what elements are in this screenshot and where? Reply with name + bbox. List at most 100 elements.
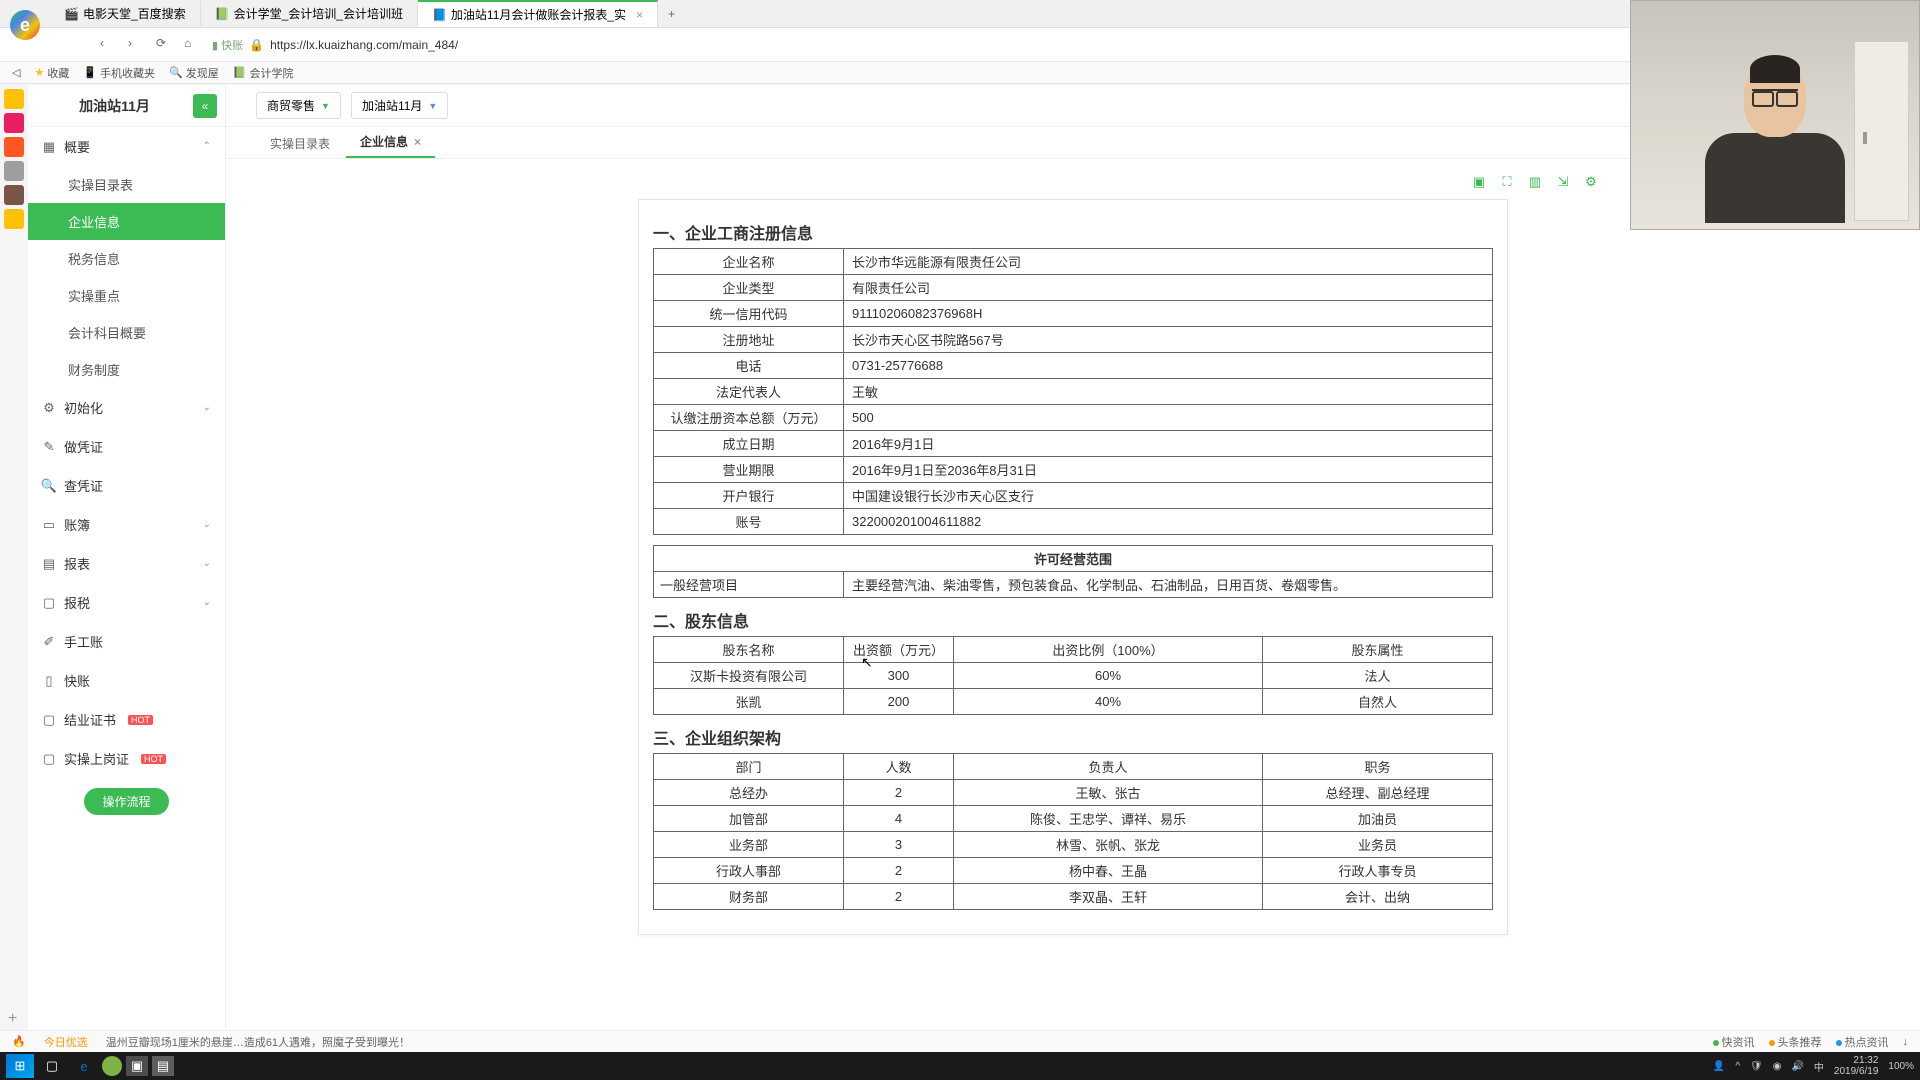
strip-icon-2[interactable] bbox=[4, 113, 24, 133]
book-icon: ▭ bbox=[42, 518, 56, 532]
pen-icon: ✎ bbox=[42, 440, 56, 454]
table-row: 一般经营项目主要经营汽油、柴油零售，预包装食品、化学制品、石油制品，日用百货、卷… bbox=[654, 572, 1493, 598]
close-icon[interactable]: × bbox=[414, 135, 421, 149]
strip-icon-6[interactable] bbox=[4, 209, 24, 229]
section-2-title: 二、股东信息 bbox=[653, 608, 1493, 632]
url-text: https://lx.kuaizhang.com/main_484/ bbox=[270, 38, 458, 52]
new-tab-button[interactable]: + bbox=[658, 7, 685, 21]
sidebar-item-subjects[interactable]: 会计科目概要 bbox=[28, 314, 225, 351]
webcam-overlay[interactable] bbox=[1630, 0, 1920, 230]
sidebar-collapse-button[interactable]: « bbox=[193, 94, 217, 118]
section-3-title: 三、企业组织架构 bbox=[653, 725, 1493, 749]
news-arrow-icon[interactable]: ↓ bbox=[1903, 1036, 1909, 1048]
sidebar-group-quick[interactable]: ▯快账 bbox=[28, 661, 225, 700]
tab-0[interactable]: 🎬电影天堂_百度搜索 bbox=[50, 1, 201, 26]
registration-table: 企业名称长沙市华远能源有限责任公司 企业类型有限责任公司 统一信用代码91110… bbox=[653, 248, 1493, 535]
table-row: 成立日期2016年9月1日 bbox=[654, 431, 1493, 457]
export-icon[interactable]: ⇲ bbox=[1554, 173, 1572, 191]
table-row: 张凯20040%自然人 bbox=[654, 689, 1493, 715]
table-row: 注册地址长沙市天心区书院路567号 bbox=[654, 327, 1493, 353]
sidebar-group-ledger[interactable]: ▭账簿⌄ bbox=[28, 505, 225, 544]
news-src-2[interactable]: 头条推荐 bbox=[1769, 1034, 1822, 1050]
forward-icon[interactable]: › bbox=[128, 36, 146, 54]
sidebar-group-cert[interactable]: ▢结业证书HOT bbox=[28, 700, 225, 739]
news-src-1[interactable]: 快资讯 bbox=[1713, 1034, 1755, 1050]
news-headline[interactable]: 温州豆瓣现场1厘米的悬崖…造成61人遇难，照魔子受到曝光！ bbox=[106, 1034, 410, 1050]
sidebar-item-enterprise-info[interactable]: 企业信息 bbox=[28, 203, 225, 240]
content-tab-catalog[interactable]: 实操目录表 bbox=[256, 129, 344, 158]
sidebar-group-report[interactable]: ▤报表⌄ bbox=[28, 544, 225, 583]
sidebar-group-init[interactable]: ⚙初始化⌄ bbox=[28, 388, 225, 427]
bookmark-mobile[interactable]: 📱手机收藏夹 bbox=[83, 65, 155, 81]
sidebar-item-tax-info[interactable]: 税务信息 bbox=[28, 240, 225, 277]
taskbar-clock[interactable]: 21:32 2019/6/19 bbox=[1834, 1055, 1879, 1077]
sidebar: 加油站11月 « ▦ 概要 ⌃ 实操目录表 企业信息 税务信息 实操重点 会计科… bbox=[28, 85, 226, 1050]
chevron-down-icon: ▼ bbox=[428, 101, 437, 111]
table-row: 开户银行中国建设银行长沙市天心区支行 bbox=[654, 483, 1493, 509]
shareholder-table: 股东名称 出资额（万元） 出资比例（100%） 股东属性 汉斯卡投资有限公司30… bbox=[653, 636, 1493, 715]
close-icon[interactable]: × bbox=[636, 8, 643, 22]
home-icon[interactable]: ⌂ bbox=[184, 36, 202, 54]
sidebar-group-overview[interactable]: ▦ 概要 ⌃ bbox=[28, 127, 225, 166]
download-icon[interactable]: ▥ bbox=[1526, 173, 1544, 191]
tray-up-icon[interactable]: ^ bbox=[1735, 1061, 1740, 1072]
table-row: 统一信用代码91110206082376968H bbox=[654, 301, 1493, 327]
strip-icon-1[interactable] bbox=[4, 89, 24, 109]
app-icon-1[interactable] bbox=[102, 1056, 122, 1076]
settings-icon[interactable]: ⚙ bbox=[1582, 173, 1600, 191]
sidebar-group-manual[interactable]: ✐手工账 bbox=[28, 622, 225, 661]
dropdown-category[interactable]: 商贸零售▼ bbox=[256, 92, 341, 119]
tab-1[interactable]: 📗会计学堂_会计培训_会计培训班 bbox=[201, 1, 418, 26]
edge-icon[interactable]: e bbox=[70, 1054, 98, 1078]
dropdown-period[interactable]: 加油站11月▼ bbox=[351, 92, 448, 119]
document-viewport[interactable]: ▣ ⛶ ▥ ⇲ ⚙ 一、企业工商注册信息 企业名称长沙市华远能源有限责任公司 企… bbox=[226, 159, 1920, 1050]
sidebar-group-lookup[interactable]: 🔍查凭证 bbox=[28, 466, 225, 505]
site-badge: ▮ 快账 bbox=[212, 37, 243, 53]
business-scope-table: 许可经营范围 一般经营项目主要经营汽油、柴油零售，预包装食品、化学制品、石油制品… bbox=[653, 545, 1493, 598]
tab-2[interactable]: 📘加油站11月会计做账会计报表_实× bbox=[418, 0, 658, 27]
strip-icon-3[interactable] bbox=[4, 137, 24, 157]
bookmark-discover[interactable]: 🔍发现屋 bbox=[169, 65, 219, 81]
tray-volume-icon[interactable]: 🔊 bbox=[1791, 1061, 1803, 1072]
task-view-icon[interactable]: ▢ bbox=[38, 1054, 66, 1078]
news-tag: 今日优选 bbox=[44, 1034, 88, 1050]
table-row: 总经办2王敏、张古总经理、副总经理 bbox=[654, 780, 1493, 806]
news-icon: 🔥 bbox=[12, 1035, 26, 1048]
reload-icon[interactable]: ⟳ bbox=[156, 36, 174, 54]
chevron-down-icon: ▼ bbox=[321, 101, 330, 111]
browser-logo: e bbox=[10, 10, 40, 40]
search-icon: 🔍 bbox=[42, 479, 56, 493]
strip-icon-4[interactable] bbox=[4, 161, 24, 181]
background-door bbox=[1854, 41, 1909, 221]
operation-flow-button[interactable]: 操作流程 bbox=[84, 788, 168, 815]
bookmark-favorites[interactable]: ★收藏 bbox=[34, 65, 69, 81]
strip-icon-5[interactable] bbox=[4, 185, 24, 205]
news-src-3[interactable]: 热点资讯 bbox=[1836, 1034, 1889, 1050]
fullscreen-icon[interactable]: ⛶ bbox=[1498, 173, 1516, 191]
back-icon[interactable]: ‹ bbox=[100, 36, 118, 54]
start-button[interactable]: ⊞ bbox=[6, 1054, 34, 1078]
sidebar-item-catalog[interactable]: 实操目录表 bbox=[28, 166, 225, 203]
tray-ime[interactable]: 中 bbox=[1814, 1059, 1824, 1074]
sidebar-group-tax[interactable]: ▢报税⌄ bbox=[28, 583, 225, 622]
sidebar-item-finance-policy[interactable]: 财务制度 bbox=[28, 351, 225, 388]
table-row: 认缴注册资本总额（万元）500 bbox=[654, 405, 1493, 431]
chevron-down-icon: ⌄ bbox=[203, 519, 211, 530]
content-tab-enterprise[interactable]: 企业信息× bbox=[346, 127, 435, 158]
history-back-icon[interactable]: ◁ bbox=[12, 66, 20, 79]
add-panel-button[interactable]: + bbox=[8, 1010, 17, 1028]
tray-chrome-icon[interactable]: ◉ bbox=[1773, 1061, 1782, 1072]
tray-shield-icon[interactable]: 🛡 bbox=[1750, 1061, 1763, 1072]
table-row: 行政人事部2杨中春、王晶行政人事专员 bbox=[654, 858, 1493, 884]
sidebar-item-keypoints[interactable]: 实操重点 bbox=[28, 277, 225, 314]
app-icon-2[interactable]: ▣ bbox=[126, 1056, 148, 1076]
tray-people-icon[interactable]: 👤 bbox=[1713, 1061, 1725, 1072]
table-row: 汉斯卡投资有限公司30060%法人 bbox=[654, 663, 1493, 689]
folder-icon: ▢ bbox=[42, 596, 56, 610]
url-input[interactable]: ▮ 快账 🔒 https://lx.kuaizhang.com/main_484… bbox=[212, 37, 1713, 53]
sidebar-group-voucher[interactable]: ✎做凭证 bbox=[28, 427, 225, 466]
app-icon-3[interactable]: ▤ bbox=[152, 1056, 174, 1076]
bookmark-acc[interactable]: 📗会计学院 bbox=[233, 65, 294, 81]
sidebar-group-job-cert[interactable]: ▢实操上岗证HOT bbox=[28, 739, 225, 778]
fit-icon[interactable]: ▣ bbox=[1470, 173, 1488, 191]
